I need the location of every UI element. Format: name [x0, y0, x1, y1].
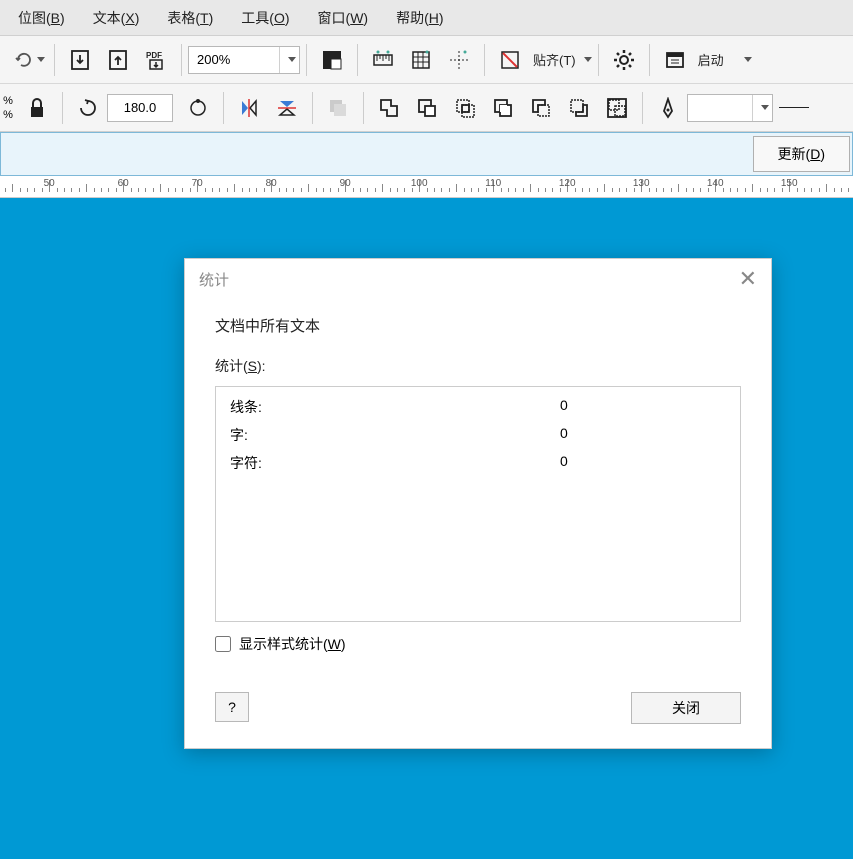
- launch-label[interactable]: 启动: [698, 50, 724, 69]
- svg-text:PDF: PDF: [146, 51, 162, 60]
- guides-icon[interactable]: [442, 43, 476, 77]
- pdf-export-icon[interactable]: PDF: [139, 43, 173, 77]
- fill-color-icon[interactable]: [315, 43, 349, 77]
- menu-bitmap[interactable]: 位图(B): [18, 8, 65, 28]
- statistics-dialog: 统计 ✕ 文档中所有文本 统计(S): 线条: 0 字: 0 字符: 0 显示样…: [184, 258, 772, 749]
- menu-table[interactable]: 表格(T): [167, 8, 213, 28]
- update-button[interactable]: 更新(D): [753, 136, 850, 172]
- update-bar: 更新(D): [0, 132, 853, 176]
- snap-label[interactable]: 贴齐(T): [533, 50, 576, 69]
- line-style-combo[interactable]: [687, 94, 773, 122]
- menu-window[interactable]: 窗口(W): [318, 8, 369, 28]
- menu-tools[interactable]: 工具(O): [241, 8, 289, 28]
- toolbar-secondary: %%: [0, 84, 853, 132]
- dialog-header: 统计 ✕: [185, 259, 771, 299]
- simplify-icon[interactable]: [486, 91, 520, 125]
- stat-row-chars: 字符: 0: [230, 453, 726, 473]
- mirror-vertical-icon[interactable]: [270, 91, 304, 125]
- toolbar-primary: PDF 贴齐(T) 启动: [0, 36, 853, 84]
- boundary-icon[interactable]: [600, 91, 634, 125]
- zoom-combo[interactable]: [188, 46, 300, 74]
- stat-row-lines: 线条: 0: [230, 397, 726, 417]
- dialog-subheading: 统计(S):: [215, 356, 741, 376]
- rotation-input[interactable]: [107, 94, 173, 122]
- launch-window-icon[interactable]: [658, 43, 692, 77]
- launch-dropdown-arrow[interactable]: [744, 57, 752, 62]
- front-minus-back-icon[interactable]: [524, 91, 558, 125]
- export-up-icon[interactable]: [101, 43, 135, 77]
- stack-icon[interactable]: [321, 91, 355, 125]
- line-style-arrow[interactable]: [752, 95, 772, 121]
- line-preview: [779, 107, 809, 108]
- show-style-stats-input[interactable]: [215, 636, 231, 652]
- menu-text[interactable]: 文本(X): [93, 8, 140, 28]
- horizontal-ruler[interactable]: // ruler will be drawn below via JS afte…: [0, 176, 853, 198]
- grid-icon[interactable]: [404, 43, 438, 77]
- stat-row-words: 字: 0: [230, 425, 726, 445]
- ruler-icon[interactable]: [366, 43, 400, 77]
- percent-labels: %%: [0, 94, 18, 122]
- zoom-dropdown-arrow[interactable]: [279, 47, 299, 73]
- mirror-horizontal-icon[interactable]: [232, 91, 266, 125]
- zoom-input[interactable]: [189, 52, 279, 67]
- show-style-stats-checkbox[interactable]: 显示样式统计(W): [215, 634, 741, 654]
- export-down-icon[interactable]: [63, 43, 97, 77]
- dialog-heading: 文档中所有文本: [215, 315, 741, 336]
- help-button[interactable]: ?: [215, 692, 249, 722]
- stats-list: 线条: 0 字: 0 字符: 0: [215, 386, 741, 622]
- snap-off-icon[interactable]: [493, 43, 527, 77]
- undo-button[interactable]: [12, 43, 46, 77]
- back-minus-front-icon[interactable]: [562, 91, 596, 125]
- gear-icon[interactable]: [607, 43, 641, 77]
- dialog-title: 统计: [199, 269, 229, 290]
- snap-dropdown-arrow[interactable]: [584, 57, 592, 62]
- pen-tool-icon[interactable]: [651, 91, 685, 125]
- trim-icon[interactable]: [410, 91, 444, 125]
- close-button[interactable]: 关闭: [631, 692, 741, 724]
- weld-icon[interactable]: [372, 91, 406, 125]
- close-icon[interactable]: ✕: [739, 266, 757, 292]
- intersect-icon[interactable]: [448, 91, 482, 125]
- lock-icon[interactable]: [20, 91, 54, 125]
- rotate-icon[interactable]: [71, 91, 105, 125]
- menubar: 位图(B) 文本(X) 表格(T) 工具(O) 窗口(W) 帮助(H): [0, 0, 853, 36]
- rotate-indicator-icon[interactable]: [181, 91, 215, 125]
- menu-help[interactable]: 帮助(H): [396, 8, 443, 28]
